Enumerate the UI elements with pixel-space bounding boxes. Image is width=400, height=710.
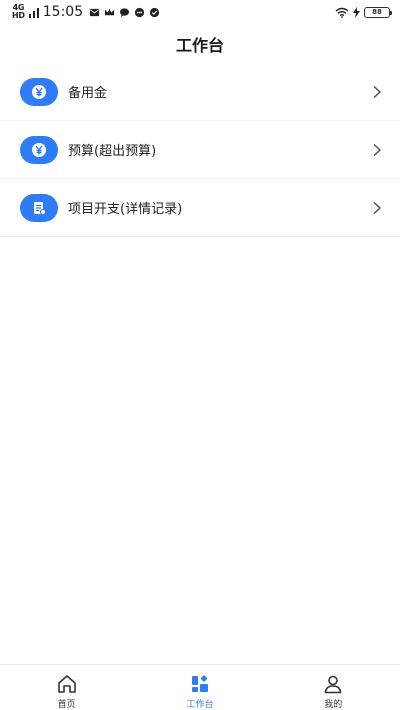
network-hd: HD — [12, 11, 25, 20]
nav-item-home[interactable]: 首页 — [27, 673, 107, 710]
menu-item-label: 备用金 — [68, 86, 108, 101]
check-notification-icon — [150, 7, 160, 17]
nav-label: 工作台 — [186, 700, 214, 710]
chevron-right-icon — [373, 143, 382, 156]
mail-notification-icon — [90, 8, 100, 16]
menu-item-project-expense[interactable]: 项目开支(详情记录) — [0, 179, 400, 237]
page-header: 工作台 — [0, 28, 400, 60]
nav-item-workbench[interactable]: 工作台 — [160, 673, 240, 710]
message-notification-icon — [135, 7, 145, 17]
page-title: 工作台 — [175, 36, 224, 55]
chevron-right-icon — [373, 201, 382, 214]
status-bar: 4G HD 15:05 88 — [0, 0, 400, 24]
workbench-grid-icon — [191, 675, 208, 692]
menu-list: 备用金 预算(超出预算) 项目开支(详情记录) — [0, 63, 400, 237]
battery-indicator: 88 — [364, 6, 392, 18]
nav-label: 首页 — [57, 700, 76, 710]
yen-coin-icon — [20, 77, 58, 106]
charging-icon — [353, 6, 360, 18]
menu-item-petty-cash[interactable]: 备用金 — [0, 63, 400, 121]
bottom-nav: 首页 工作台 我的 — [0, 664, 400, 710]
user-icon — [325, 675, 342, 694]
network-indicator: 4G HD — [12, 4, 25, 20]
wifi-icon — [335, 7, 349, 18]
menu-item-label: 项目开支(详情记录) — [68, 202, 183, 217]
menu-item-budget[interactable]: 预算(超出预算) — [0, 121, 400, 179]
app-screen: 4G HD 15:05 88 工作台 备用金 预算(超出预算) 项目开支(详情记… — [0, 0, 400, 710]
nav-item-mine[interactable]: 我的 — [293, 673, 373, 710]
chat-notification-icon — [120, 7, 130, 17]
home-icon — [57, 675, 76, 693]
crown-notification-icon — [105, 8, 115, 15]
chevron-right-icon — [373, 85, 382, 98]
yen-coin-icon — [20, 135, 58, 164]
status-right: 88 — [335, 6, 392, 18]
status-time: 15:05 — [42, 4, 84, 20]
status-left: 4G HD 15:05 — [12, 4, 160, 20]
document-icon — [20, 193, 58, 222]
signal-icon — [28, 7, 39, 18]
battery-level: 88 — [372, 8, 382, 16]
nav-label: 我的 — [324, 700, 343, 710]
menu-item-label: 预算(超出预算) — [68, 144, 157, 159]
